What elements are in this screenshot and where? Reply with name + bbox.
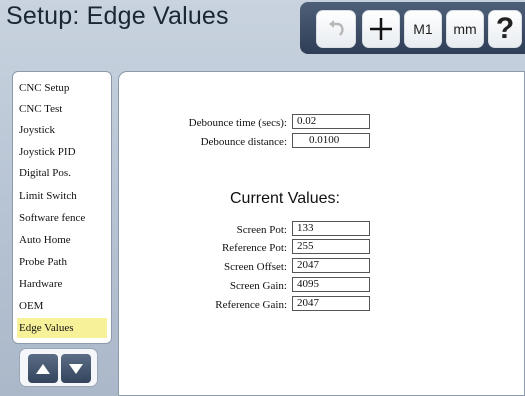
debounce-time-label: Debounce time (secs): — [188, 117, 287, 129]
screen-gain-field[interactable]: 4095 — [292, 277, 370, 292]
sidebar-item-digital-pos[interactable]: Digital Pos. — [17, 163, 107, 183]
debounce-distance-field[interactable]: 0.0100 — [292, 133, 370, 148]
help-button[interactable]: ? — [488, 10, 522, 48]
reference-gain-label: Reference Gain: — [215, 299, 287, 311]
scroll-up-button[interactable] — [28, 354, 58, 383]
m1-button[interactable]: M1 — [404, 10, 442, 48]
sidebar-item-edge-values[interactable]: Edge Values — [17, 318, 107, 338]
toolbar: M1 mm ? — [300, 2, 525, 54]
sidebar-item-joystick[interactable]: Joystick — [17, 120, 107, 140]
current-values-heading: Current Values: — [230, 190, 340, 207]
sidebar-item-oem[interactable]: OEM — [17, 296, 107, 316]
add-point-button[interactable] — [362, 10, 400, 48]
screen-pot-label: Screen Pot: — [236, 224, 287, 236]
crosshair-plus-icon — [370, 18, 392, 40]
screen-offset-label: Screen Offset: — [223, 261, 287, 273]
screen-pot-field[interactable]: 133 — [292, 221, 370, 236]
sidebar-item-joystick-pid[interactable]: Joystick PID — [17, 142, 107, 162]
sidebar-item-software-fence[interactable]: Software fence — [17, 208, 107, 228]
sidebar-item-auto-home[interactable]: Auto Home — [17, 230, 107, 250]
arrow-down-icon — [69, 363, 83, 374]
undo-button[interactable] — [316, 10, 356, 48]
setup-menu: CNC Setup CNC Test Joystick Joystick PID… — [12, 71, 112, 344]
debounce-time-field[interactable]: 0.02 — [292, 114, 370, 129]
edge-values-panel: Debounce time (secs): 0.02 Debounce dist… — [118, 71, 525, 396]
reference-pot-label: Reference Pot: — [221, 242, 287, 254]
reference-pot-field[interactable]: 255 — [292, 239, 370, 254]
sidebar-item-cnc-setup[interactable]: CNC Setup — [17, 78, 107, 98]
menu-scroll-controls — [19, 348, 98, 387]
debounce-distance-label: Debounce distance: — [200, 136, 287, 148]
scroll-down-button[interactable] — [61, 354, 91, 383]
undo-arrow-icon — [329, 20, 344, 36]
page-title: Setup: Edge Values — [6, 2, 229, 30]
sidebar-item-cnc-test[interactable]: CNC Test — [17, 99, 107, 119]
reference-gain-field[interactable]: 2047 — [292, 296, 370, 311]
units-mm-button[interactable]: mm — [446, 10, 484, 48]
sidebar-item-limit-switch[interactable]: Limit Switch — [17, 186, 107, 206]
screen-gain-label: Screen Gain: — [229, 280, 287, 292]
sidebar-item-probe-path[interactable]: Probe Path — [17, 252, 107, 272]
sidebar-item-hardware[interactable]: Hardware — [17, 274, 107, 294]
screen-offset-field[interactable]: 2047 — [292, 258, 370, 273]
arrow-up-icon — [36, 363, 50, 374]
